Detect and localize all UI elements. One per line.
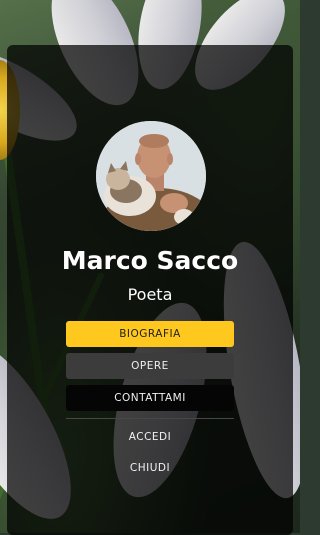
profile-photo bbox=[96, 121, 206, 231]
biografia-button[interactable]: BIOGRAFIA bbox=[66, 321, 234, 347]
accedi-link[interactable]: ACCEDI bbox=[0, 431, 300, 443]
avatar bbox=[96, 121, 206, 231]
profile-name: Marco Sacco bbox=[61, 246, 239, 275]
contattami-button[interactable]: CONTATTAMI bbox=[66, 385, 234, 411]
chiudi-link[interactable]: CHIUDI bbox=[0, 462, 300, 474]
opere-button[interactable]: OPERE bbox=[66, 353, 234, 379]
menu-divider bbox=[66, 418, 234, 419]
profile-role: Poeta bbox=[127, 285, 173, 304]
